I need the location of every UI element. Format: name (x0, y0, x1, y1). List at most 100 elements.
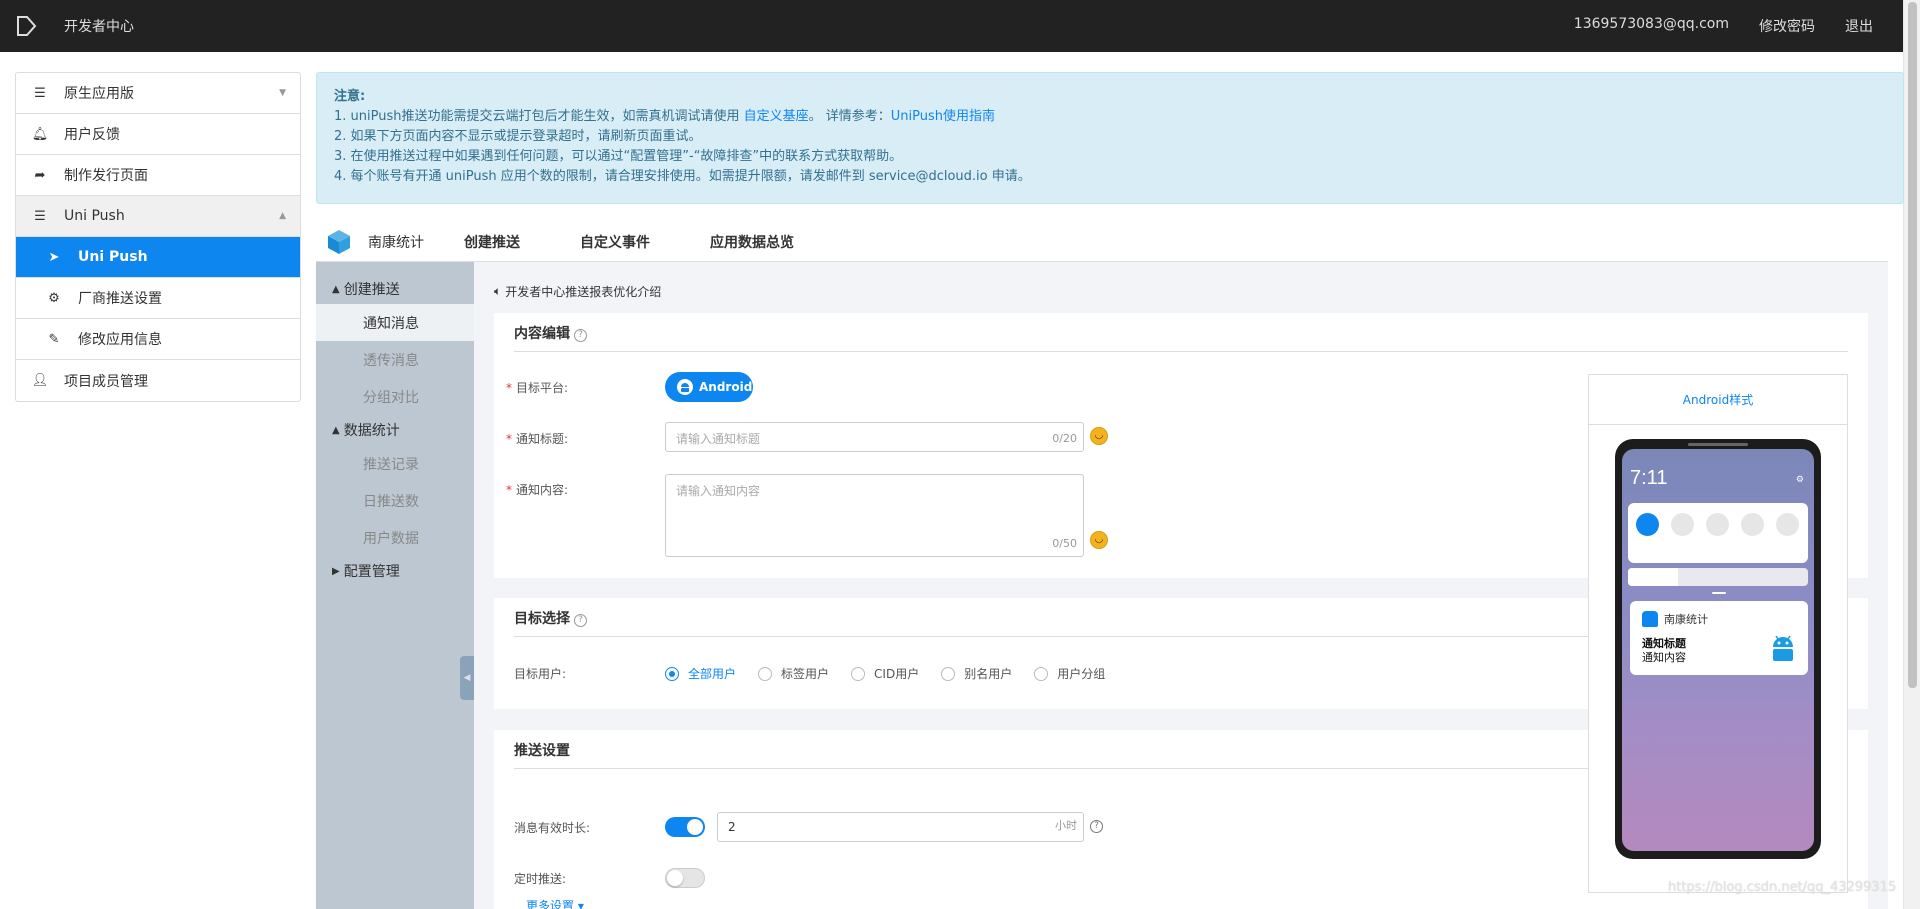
hotspot-icon (1706, 513, 1729, 536)
emoji-icon[interactable]: ◡ (1090, 427, 1108, 445)
char-count: 0/50 (1052, 537, 1077, 550)
wifi-icon (1741, 513, 1764, 536)
change-password-link[interactable]: 修改密码 (1759, 16, 1815, 36)
radio-user-group[interactable]: 用户分组 (1034, 665, 1105, 682)
drag-handle (1712, 592, 1726, 594)
schedule-push-toggle[interactable] (665, 868, 705, 888)
title-label: * 通知标题: (506, 432, 569, 446)
brightness-fill (1628, 568, 1678, 586)
chevron-down-icon: ▼ (279, 88, 286, 98)
nav-item-user-data[interactable]: 用户数据 (316, 519, 474, 556)
notification-app: 南康统计 (1642, 611, 1708, 627)
tab-custom-event[interactable]: 自定义事件 (580, 232, 650, 252)
notification-title-input[interactable]: 请输入通知标题 0/20 (665, 422, 1084, 452)
schedule-push-label: 定时推送: (514, 872, 567, 886)
quick-settings-panel (1628, 503, 1808, 563)
logo-icon[interactable] (14, 14, 38, 38)
page-scrollbar[interactable] (1903, 0, 1920, 909)
scrollbar-thumb[interactable] (1908, 2, 1917, 688)
more-settings-link[interactable]: 更多设置 ▾ (526, 897, 584, 909)
radio-alias-users[interactable]: 别名用户 (941, 665, 1012, 682)
valid-duration-input[interactable]: 2 小时 (717, 812, 1084, 842)
nav-item-daily-push[interactable]: 日推送数 (316, 482, 474, 519)
speaker-icon: 🔈︎ (494, 284, 502, 298)
card-title: 内容编辑? (514, 323, 587, 343)
sidebar-item-label: 制作发行页面 (64, 168, 148, 184)
notice-line-3: 3. 在使用推送过程中如果遇到任何问题，可以通过“配置管理”-“故障排查”中的联… (334, 149, 903, 164)
card-title: 目标选择? (514, 608, 587, 628)
phone-time: 7:11 (1630, 467, 1668, 489)
user-email-link[interactable]: 1369573083@qq.com (1574, 16, 1729, 36)
nav-section-create-push[interactable]: ▲ 创建推送 (316, 274, 474, 304)
toggle-knob (687, 819, 703, 835)
input-value: 2 (728, 820, 736, 834)
brightness-slider (1628, 568, 1808, 586)
tab-app-overview[interactable]: 应用数据总览 (710, 232, 794, 252)
nav-section-statistics[interactable]: ▲ 数据统计 (316, 415, 474, 445)
phone-mockup: 7:11 ⚙ 南康统计 通知标题 通知内容 (1615, 439, 1821, 859)
sidebar-item-label: 用户反馈 (64, 127, 120, 143)
nav-section-label: 配置管理 (343, 564, 400, 580)
notice-line-4: 4. 每个账号有开通 uniPush 应用个数的限制，请合理安排使用。如需提升限… (334, 169, 1031, 184)
nav-section-config[interactable]: ▶ 配置管理 (316, 556, 474, 586)
cube-icon (328, 229, 350, 254)
custom-base-link[interactable]: 自定义基座 (744, 109, 809, 124)
sidebar-item-label: 项目成员管理 (64, 373, 148, 390)
nav-item-notification[interactable]: 通知消息 (316, 304, 474, 341)
chevron-up-icon: ▲ (279, 211, 286, 221)
notice-text: 。 详情参考： (808, 109, 891, 124)
notification-content: 通知内容 (1642, 651, 1686, 664)
sidebar-item-vendor-push[interactable]: ⚙ 厂商推送设置 (16, 278, 300, 319)
nav-section-label: 创建推送 (343, 282, 400, 298)
radio-dot (758, 666, 773, 681)
sidebar-item-label: 修改应用信息 (78, 332, 162, 348)
notice-text: 1. uniPush推送功能需提交云端打包后才能生效，如需真机调试请使用 (334, 109, 740, 124)
caret-right-icon: ▶ (332, 565, 340, 577)
edit-icon: ✎ (48, 331, 60, 347)
nav-collapse-toggle[interactable]: ◀ (460, 656, 474, 700)
valid-duration-toggle[interactable] (665, 817, 705, 837)
emoji-icon[interactable]: ◡ (1090, 531, 1108, 549)
sidebar-item-unipush[interactable]: ➤ Uni Push (16, 237, 300, 278)
nav-section-label: 数据统计 (343, 423, 400, 439)
toggle-knob (667, 870, 683, 886)
radio-cid-users[interactable]: CID用户 (851, 665, 919, 682)
list-icon: ☰ (34, 85, 46, 101)
tab-create-push[interactable]: 创建推送 (464, 232, 520, 252)
sidebar-item-members[interactable]: 👤︎ 项目成员管理 (16, 360, 300, 401)
unipush-guide-link[interactable]: UniPush使用指南 (891, 109, 995, 124)
notice-line-1: 1. uniPush推送功能需提交云端打包后才能生效，如需真机调试请使用 自定义… (334, 107, 1886, 127)
nav-item-push-records[interactable]: 推送记录 (316, 445, 474, 482)
target-users-radio-group: 全部用户 标签用户 CID用户 别名用户 用户分组 (665, 665, 1105, 682)
android-icon (677, 379, 693, 395)
input-placeholder: 请输入通知标题 (676, 432, 761, 446)
gear-icon: ⚙ (1795, 475, 1804, 485)
caret-down-icon: ▲ (332, 424, 340, 436)
logout-link[interactable]: 退出 (1845, 16, 1873, 36)
notification-content-textarea[interactable]: 请输入通知内容 0/50 (665, 474, 1084, 557)
help-icon[interactable]: ? (574, 614, 587, 627)
top-right-menu: 1369573083@qq.com 修改密码 退出 (1574, 16, 1873, 36)
help-icon[interactable]: ? (1090, 820, 1103, 833)
android-platform-button[interactable]: Android (665, 372, 753, 402)
notification-preview: 南康统计 通知标题 通知内容 (1630, 601, 1808, 675)
sidebar-item-feedback[interactable]: 🔔︎ 用户反馈 (16, 114, 300, 155)
radio-dot (941, 666, 956, 681)
card-title-text: 内容编辑 (514, 326, 570, 342)
sidebar-item-label: 原生应用版 (64, 86, 134, 102)
card-title-text: 目标选择 (514, 611, 570, 627)
sidebar-item-edit-app[interactable]: ✎ 修改应用信息 (16, 319, 300, 360)
sidebar-item-publish-page[interactable]: ➦ 制作发行页面 (16, 155, 300, 196)
preview-title: Android样式 (1589, 375, 1847, 425)
radio-tag-users[interactable]: 标签用户 (758, 665, 829, 682)
battery-icon (1671, 513, 1694, 536)
nav-item-passthrough[interactable]: 透传消息 (316, 341, 474, 378)
help-icon[interactable]: ? (574, 329, 587, 342)
nav-item-ab-test[interactable]: 分组对比 (316, 378, 474, 415)
app-tabs: 南康统计 创建推送 自定义事件 应用数据总览 (316, 222, 1888, 262)
sidebar-item-native-app[interactable]: ☰ 原生应用版 ▼ (16, 73, 300, 114)
sidebar-item-unipush-group[interactable]: ☰ Uni Push ▲ (16, 196, 300, 237)
radio-all-users[interactable]: 全部用户 (665, 665, 736, 682)
intro-link[interactable]: 🔈︎ 开发者中心推送报表优化介绍 (494, 283, 661, 300)
app-title[interactable]: 开发者中心 (64, 16, 134, 36)
